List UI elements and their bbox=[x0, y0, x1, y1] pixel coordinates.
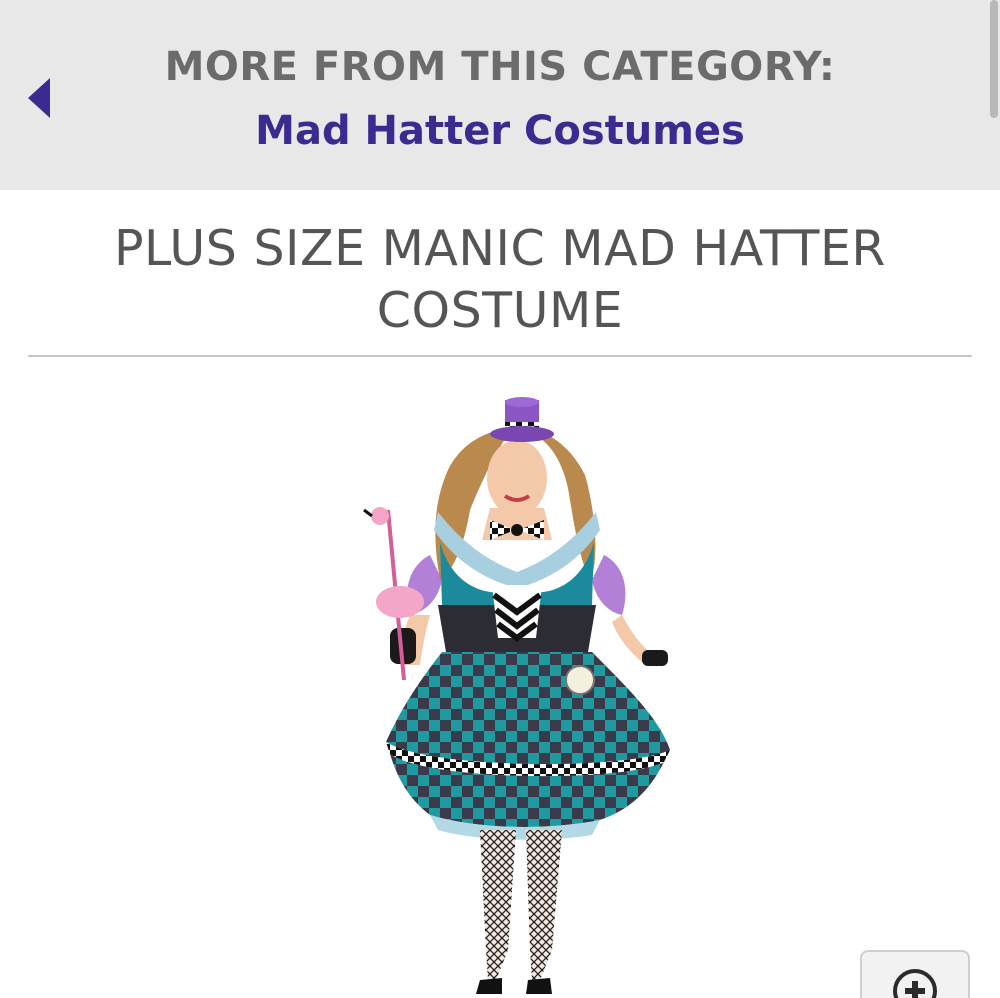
category-heading: MORE FROM THIS CATEGORY: bbox=[164, 44, 836, 90]
category-link[interactable]: Mad Hatter Costumes bbox=[0, 108, 1000, 154]
product-title: PLUS SIZE MANIC MAD HATTER COSTUME bbox=[114, 220, 886, 339]
product-page: MORE FROM THIS CATEGORY: Mad Hatter Cost… bbox=[0, 0, 1000, 998]
divider bbox=[28, 355, 972, 357]
zoom-plus-icon bbox=[893, 969, 937, 998]
product-image[interactable] bbox=[330, 390, 710, 998]
category-banner: MORE FROM THIS CATEGORY: Mad Hatter Cost… bbox=[0, 0, 1000, 190]
zoom-button[interactable] bbox=[860, 950, 970, 998]
scrollbar[interactable] bbox=[990, 0, 998, 118]
